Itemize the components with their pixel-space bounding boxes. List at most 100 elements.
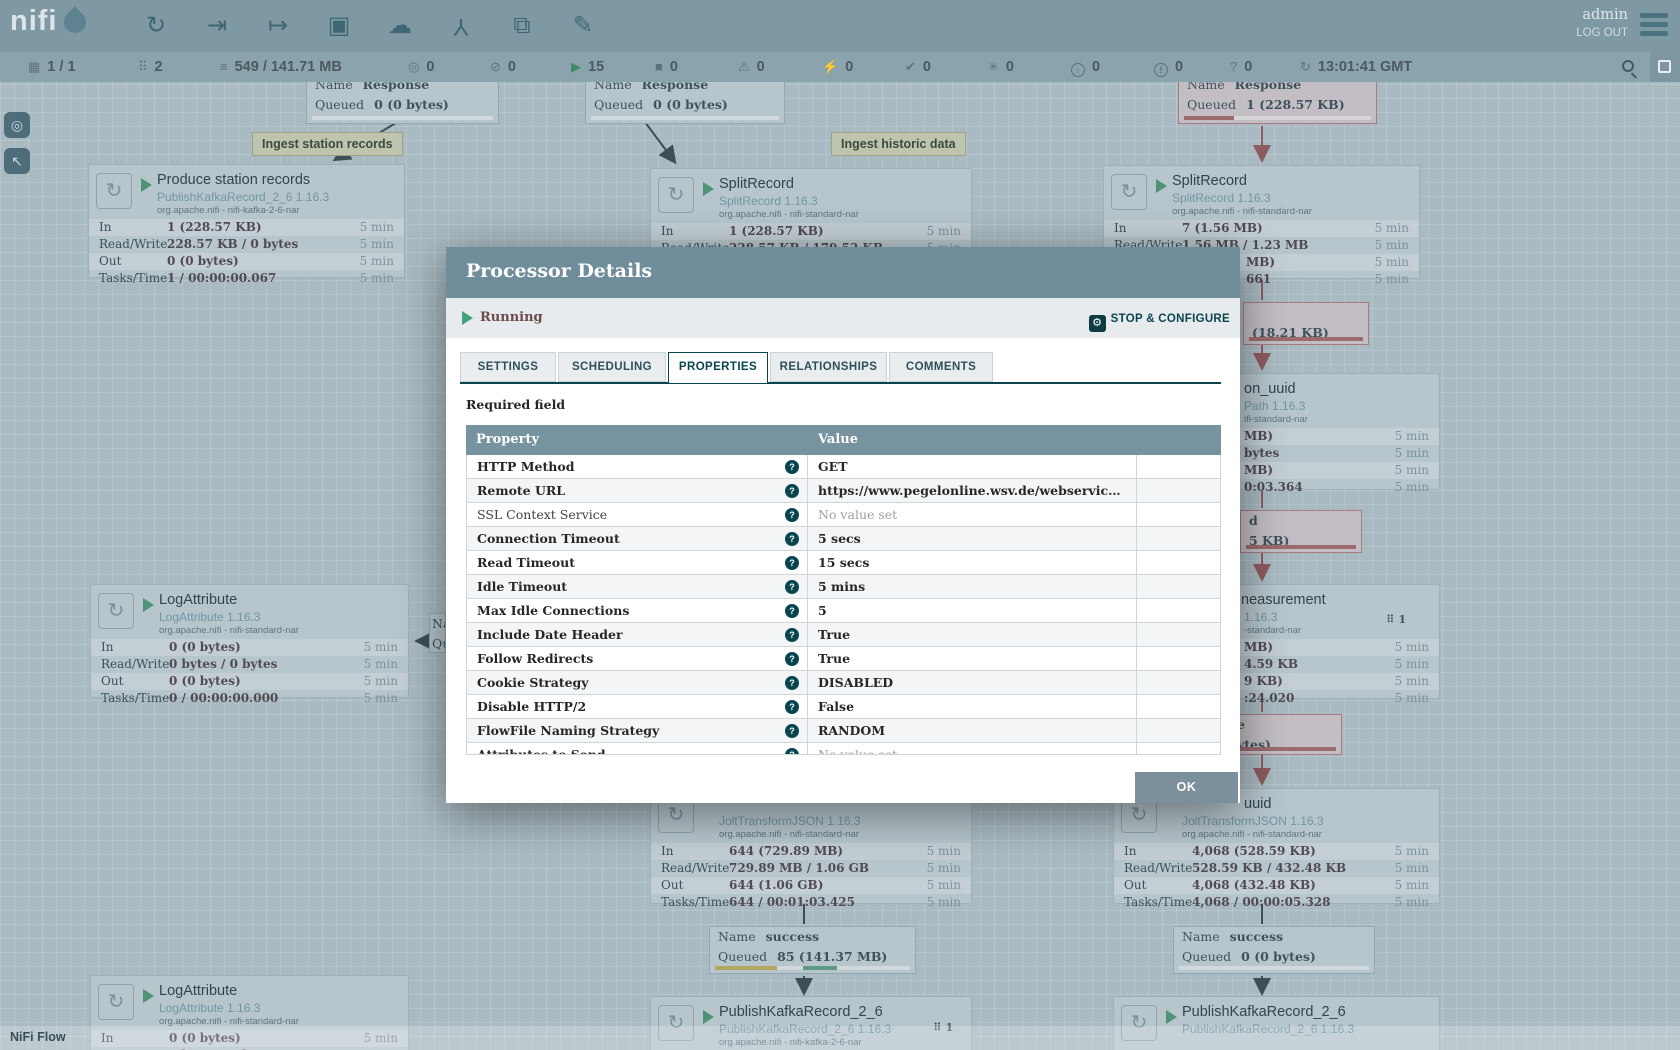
status-disabled: ⚡0	[822, 52, 853, 82]
help-icon[interactable]: ?	[785, 604, 799, 618]
processor-bundle: org.apache.nifi - nifi-standard-nar	[719, 209, 859, 220]
processor-type: JoltTransformJSON 1.16.3	[719, 814, 861, 828]
navigate-palette-button[interactable]: ◎	[4, 112, 30, 138]
help-icon[interactable]: ?	[785, 532, 799, 546]
tab-relationships[interactable]: RELATIONSHIPS	[770, 352, 887, 382]
tab-scheduling[interactable]: SCHEDULING	[558, 352, 666, 382]
processor-type: PublishKafkaRecord_2_6 1.16.3	[157, 190, 329, 204]
help-icon[interactable]: ?	[785, 748, 799, 756]
queue-indicator	[1184, 116, 1371, 120]
connection-label[interactable]: Namesuccess Queued0 (0 bytes)	[1173, 926, 1375, 974]
running-icon	[703, 182, 714, 196]
status-stopped: ■0	[655, 52, 678, 82]
breadcrumb[interactable]: NiFi Flow	[10, 1030, 66, 1044]
global-menu-icon[interactable]	[1640, 13, 1668, 40]
table-header: Property Value	[466, 425, 1221, 455]
tab-settings[interactable]: SETTINGS	[460, 352, 556, 382]
output-port-tool-icon[interactable]: ↦	[261, 9, 295, 43]
processor-jolttransform-uuid[interactable]: ↻ uuid JoltTransformJSON 1.16.3 org.apac…	[1113, 788, 1440, 904]
processor-type: LogAttribute 1.16.3	[159, 1001, 260, 1015]
processor-type: LogAttribute 1.16.3	[159, 610, 260, 624]
connection-label[interactable]: Namesuccess Queued85 (141.37 MB)	[709, 926, 916, 974]
input-port-tool-icon[interactable]: ⇥	[200, 9, 234, 43]
current-user: admin	[1576, 7, 1628, 23]
help-icon[interactable]: ?	[785, 484, 799, 498]
remote-process-group-tool-icon[interactable]: ☁	[383, 9, 417, 43]
flow-label-ingest-station[interactable]: Ingest station records	[252, 132, 403, 156]
help-icon[interactable]: ?	[785, 652, 799, 666]
help-icon[interactable]: ?	[785, 460, 799, 474]
connection-label-clipped[interactable]: e ytes)	[1228, 714, 1342, 755]
queue-indicator	[1179, 966, 1369, 970]
processor-logattribute[interactable]: ↻ LogAttribute LogAttribute 1.16.3 org.a…	[90, 584, 409, 698]
help-icon[interactable]: ?	[785, 580, 799, 594]
help-icon[interactable]: ?	[785, 676, 799, 690]
processor-icon: ↻	[658, 177, 694, 213]
property-row: Remote URL? https://www.pegelonline.wsv.…	[467, 479, 1220, 503]
funnel-tool-icon[interactable]: Y	[444, 9, 478, 43]
logout-link[interactable]: LOG OUT	[1576, 27, 1628, 39]
connection-label-clipped[interactable]: (18.21 KB)	[1243, 302, 1369, 345]
gear-icon: ⚙	[1089, 315, 1106, 332]
help-icon[interactable]: ?	[785, 508, 799, 522]
processor-produce-station-records[interactable]: ↻ Produce station records PublishKafkaRe…	[88, 164, 405, 278]
processor-bundle: ifi-standard-nar	[1244, 414, 1308, 425]
processor-tool-icon[interactable]: ↻	[139, 9, 173, 43]
help-icon[interactable]: ?	[785, 556, 799, 570]
flow-label-ingest-historic[interactable]: Ingest historic data	[831, 132, 966, 156]
required-field-note: Required field	[466, 397, 565, 412]
processor-type: SplitRecord 1.16.3	[719, 194, 818, 208]
dialog-header: Processor Details	[446, 247, 1240, 298]
processor-name: Produce station records	[157, 172, 310, 188]
processor-icon: ↻	[98, 593, 134, 629]
queue-indicator	[1249, 337, 1363, 341]
status-transmitting: ◎0	[408, 52, 434, 82]
status-sync-failure: ?0	[1230, 52, 1252, 82]
help-icon[interactable]: ?	[785, 700, 799, 714]
search-icon[interactable]	[1622, 60, 1634, 72]
birdseye-panel-button[interactable]	[1650, 52, 1680, 82]
processor-icon: ↻	[96, 173, 132, 209]
status-stale: ↑0	[1071, 52, 1100, 82]
queue-indicator	[1246, 545, 1356, 549]
property-row: Disable HTTP/2? False	[467, 695, 1220, 719]
queue-indicator	[715, 966, 910, 970]
status-up-to-date: ✔0	[905, 52, 931, 82]
stop-and-configure-button[interactable]: ⚙STOP & CONFIGURE	[1089, 309, 1230, 332]
app-header: nifi ↻ ⇥ ↦ ▣ ☁ Y ⧉ ✎ admin LOG OUT	[0, 0, 1680, 52]
processor-details-dialog: Processor Details Running ⚙STOP & CONFIG…	[446, 247, 1240, 803]
panel-icon	[1658, 60, 1671, 73]
template-tool-icon[interactable]: ⧉	[505, 9, 539, 43]
status-locally-modified: ✳0	[988, 52, 1014, 82]
tab-comments[interactable]: COMMENTS	[889, 352, 993, 382]
nifi-logo: nifi	[10, 5, 86, 38]
nifi-drop-icon	[59, 7, 90, 38]
queue-indicator	[1234, 747, 1336, 751]
process-group-tool-icon[interactable]: ▣	[322, 9, 356, 43]
status-threads: ⠿2	[138, 52, 163, 82]
property-row: HTTP Method? GET	[467, 455, 1220, 479]
navigate-icon: ◎	[11, 117, 23, 133]
connection-label-clipped[interactable]: Na Qu	[429, 613, 446, 653]
ok-button[interactable]: OK	[1135, 772, 1238, 803]
dialog-title: Processor Details	[466, 260, 652, 282]
processor-name: LogAttribute	[159, 592, 237, 608]
property-row-partial: Attributes to Send? No value set	[467, 743, 1220, 755]
dialog-status-bar: Running ⚙STOP & CONFIGURE	[446, 298, 1240, 338]
processor-icon: ↻	[1111, 174, 1147, 210]
tab-properties[interactable]: PROPERTIES	[668, 352, 768, 384]
help-icon[interactable]: ?	[785, 628, 799, 642]
status-cluster: ▦1 / 1	[28, 52, 76, 82]
running-status-icon	[462, 311, 473, 325]
operate-palette-button[interactable]: ↖	[4, 148, 30, 174]
status-refresh[interactable]: ↻13:01:41 GMT	[1300, 52, 1412, 82]
label-tool-icon[interactable]: ✎	[566, 9, 600, 43]
connection-label-clipped[interactable]: d 5 KB)	[1240, 510, 1362, 553]
property-row: FlowFile Naming Strategy? RANDOM	[467, 719, 1220, 743]
processor-jolttransform-center[interactable]: ↻ JoltTransformJSON 1.16.3 org.apache.ni…	[650, 788, 972, 904]
help-icon[interactable]: ?	[785, 724, 799, 738]
running-icon	[143, 989, 154, 1003]
processor-type: 1.16.3	[1244, 610, 1277, 624]
running-icon	[143, 598, 154, 612]
running-icon	[1166, 1010, 1177, 1024]
